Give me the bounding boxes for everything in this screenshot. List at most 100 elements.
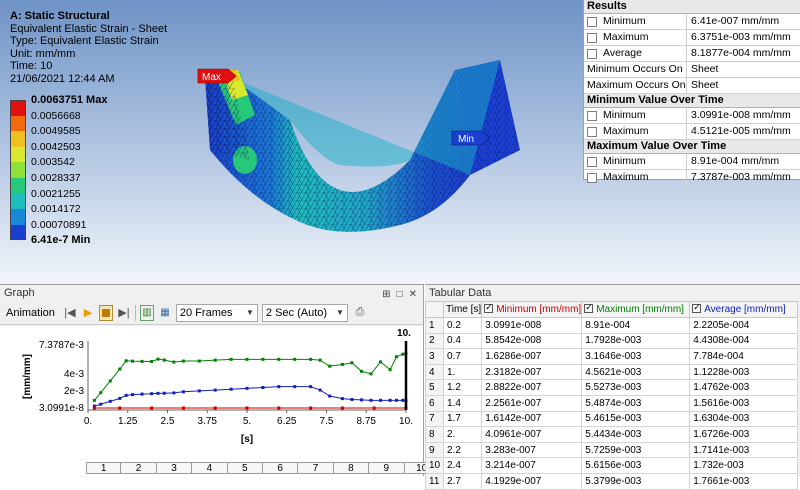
results-section-header[interactable]: Maximum Value Over Time <box>584 140 800 154</box>
legend-value: 0.003542 <box>26 156 75 168</box>
result-sets-icon[interactable]: ▦ <box>158 305 172 321</box>
legend-swatch <box>10 178 26 194</box>
results-row-label: Maximum Occurs On <box>587 78 686 93</box>
data-point <box>370 399 373 402</box>
column-visible-checkbox[interactable] <box>584 304 593 313</box>
stop-icon[interactable] <box>99 305 113 321</box>
table-cell: 1.7 <box>444 411 482 427</box>
column-header-label: Time [s] <box>446 304 481 315</box>
chevron-down-icon: ▼ <box>246 308 254 317</box>
animation-label: Animation <box>6 307 55 319</box>
frame-cell[interactable]: 6 <box>263 462 298 474</box>
info-line: Equivalent Elastic Strain - Sheet <box>10 23 167 36</box>
frame-cell[interactable]: 4 <box>192 462 227 474</box>
results-row: Minimum8.91e-004 mm/mm <box>584 154 800 170</box>
data-point <box>141 360 144 363</box>
table-cell: 1.6142e-007 <box>482 411 582 427</box>
table-cell: 3.0991e-008 <box>482 318 582 334</box>
column-header[interactable]: Time [s] <box>444 302 482 318</box>
column-visible-checkbox[interactable] <box>692 304 701 313</box>
table-row[interactable]: 82.4.0961e-0075.4434e-0031.6726e-003 <box>426 427 798 443</box>
results-row-value: 3.0991e-008 mm/mm <box>687 108 791 123</box>
table-cell: 7.784e-004 <box>690 349 798 365</box>
close-icon[interactable]: ✕ <box>409 287 417 303</box>
table-row[interactable]: 71.71.6142e-0075.4615e-0031.6304e-003 <box>426 411 798 427</box>
table-row[interactable]: 10.23.0991e-0088.91e-0042.2205e-004 <box>426 318 798 334</box>
parameter-checkbox[interactable] <box>587 157 597 167</box>
row-index: 10 <box>426 458 444 474</box>
table-cell: 4.4308e-004 <box>690 333 798 349</box>
table-row[interactable]: 20.45.8542e-0081.7928e-0034.4308e-004 <box>426 333 798 349</box>
frame-cell[interactable]: 2 <box>121 462 156 474</box>
results-row: Maximum7.3787e-003 mm/mm <box>584 170 800 186</box>
data-point <box>246 358 249 361</box>
frames-select[interactable]: 20 Frames▼ <box>176 304 258 322</box>
table-cell: 8.91e-004 <box>582 318 690 334</box>
data-point <box>109 400 112 403</box>
table-row[interactable]: 30.71.6286e-0073.1646e-0037.784e-004 <box>426 349 798 365</box>
table-cell: 5.5273e-003 <box>582 380 690 396</box>
frame-cell[interactable]: 7 <box>298 462 333 474</box>
table-cell: 5.6156e-003 <box>582 458 690 474</box>
column-header[interactable]: Minimum [mm/mm] <box>482 302 582 318</box>
frame-cell[interactable]: 8 <box>334 462 369 474</box>
frame-cell[interactable]: 9 <box>369 462 404 474</box>
step-back-icon[interactable]: |◀ <box>63 305 77 321</box>
parameter-checkbox[interactable] <box>587 33 597 43</box>
graph-plot[interactable]: 7.3787e-34e-32e-33.0991e-80.1.252.53.755… <box>0 326 423 477</box>
table-cell: 0.7 <box>444 349 482 365</box>
legend-value: 0.0042503 <box>26 141 81 153</box>
legend-swatch <box>10 116 26 132</box>
graph-panel: Graph ⊞ □ ✕ Animation |◀ ▶ ▶| ▥ ▦ 20 Fra… <box>0 284 424 476</box>
step-forward-icon[interactable]: ▶| <box>117 305 131 321</box>
parameter-checkbox[interactable] <box>587 173 597 183</box>
results-section-header[interactable]: Results <box>584 0 800 14</box>
export-video-icon[interactable]: ⎙ <box>352 305 368 321</box>
parameter-checkbox[interactable] <box>587 127 597 137</box>
column-header[interactable]: Average [mm/mm] <box>690 302 798 318</box>
y-axis-label: [mm/mm] <box>22 354 33 399</box>
restore-icon[interactable]: □ <box>397 287 403 303</box>
legend-value: 6.41e-7 Min <box>26 234 90 246</box>
data-point <box>156 358 159 361</box>
frame-cell[interactable]: 3 <box>157 462 192 474</box>
table-row[interactable]: 92.23.283e-0075.7259e-0031.7141e-003 <box>426 442 798 458</box>
parameter-checkbox[interactable] <box>587 111 597 121</box>
column-header[interactable]: Maximum [mm/mm] <box>582 302 690 318</box>
data-point <box>277 358 280 361</box>
table-cell: 2.3182e-007 <box>482 364 582 380</box>
data-point <box>163 359 166 362</box>
table-row[interactable]: 102.43.214e-0075.6156e-0031.732e-003 <box>426 458 798 474</box>
legend-entry: 6.41e-7 Min <box>10 240 107 256</box>
data-point <box>293 385 296 388</box>
column-visible-checkbox[interactable] <box>484 304 493 313</box>
result-info: A: Static Structural Equivalent Elastic … <box>10 10 167 85</box>
distributed-frames-icon[interactable]: ▥ <box>140 305 154 321</box>
row-index: 9 <box>426 442 444 458</box>
results-row: Maximum6.3751e-003 mm/mm <box>584 30 800 46</box>
data-point <box>214 406 217 409</box>
table-row[interactable]: 51.22.8822e-0075.5273e-0031.4762e-003 <box>426 380 798 396</box>
pin-icon[interactable]: ⊞ <box>382 287 390 303</box>
results-row-value: 8.91e-004 mm/mm <box>687 154 779 169</box>
data-point <box>214 389 217 392</box>
frame-cell[interactable]: 5 <box>228 462 263 474</box>
data-point <box>373 406 376 409</box>
results-section-header[interactable]: Minimum Value Over Time <box>584 94 800 108</box>
parameter-checkbox[interactable] <box>587 17 597 27</box>
table-header-row: Time [s]Minimum [mm/mm]Maximum [mm/mm]Av… <box>426 302 798 318</box>
legend-value: 0.0056668 <box>26 110 81 122</box>
data-point <box>261 358 264 361</box>
duration-select[interactable]: 2 Sec (Auto)▼ <box>262 304 348 322</box>
table-row[interactable]: 41.2.3182e-0074.5621e-0031.1228e-003 <box>426 364 798 380</box>
table-row[interactable]: 61.42.2561e-0075.4874e-0031.5616e-003 <box>426 395 798 411</box>
color-legend[interactable]: 0.0063751 Max0.00566680.00495850.0042503… <box>10 100 107 256</box>
parameter-checkbox[interactable] <box>587 49 597 59</box>
results-row-value: 6.3751e-003 mm/mm <box>687 30 791 45</box>
frame-cell[interactable]: 1 <box>86 462 121 474</box>
table-cell: 2.4 <box>444 458 482 474</box>
play-icon[interactable]: ▶ <box>81 305 95 321</box>
table-cell: 1.7928e-003 <box>582 333 690 349</box>
data-point <box>309 385 312 388</box>
data-point <box>109 379 112 382</box>
